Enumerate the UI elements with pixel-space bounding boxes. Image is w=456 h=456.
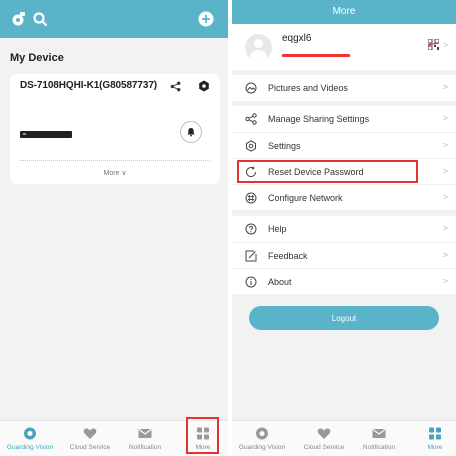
menu-group: Pictures and Videos > — [232, 75, 456, 101]
nav-label: Guarding Vision — [6, 444, 54, 451]
logout-button[interactable]: Logout — [249, 306, 439, 330]
feedback-icon — [245, 250, 257, 262]
chevron-right-icon: > — [442, 166, 448, 176]
redaction-mark — [282, 54, 350, 57]
device-card[interactable]: DS-7108HQHI-K1(G80587737) More ∨ — [10, 74, 220, 184]
menu-pictures-and-videos[interactable]: Pictures and Videos > — [232, 75, 456, 101]
nav-label: Cloud Service — [69, 444, 111, 451]
chevron-right-icon: > — [442, 113, 448, 123]
username: eqgxl6 — [282, 33, 312, 44]
nav-notification[interactable]: Notification — [120, 421, 170, 456]
top-bar: More — [232, 0, 456, 24]
more-link[interactable]: More ∨ — [10, 169, 220, 177]
menu-label: Configure Network — [268, 193, 343, 203]
menu-about[interactable]: About > — [232, 268, 456, 294]
profile-row[interactable]: eqgxl6 > — [232, 24, 456, 70]
chevron-right-icon: > — [443, 40, 449, 50]
guarding-vision-icon — [24, 427, 36, 440]
menu-label: Help — [268, 224, 287, 234]
device-thumbnail[interactable] — [20, 131, 72, 138]
nav-guarding-vision[interactable]: Guarding Vision — [0, 421, 60, 456]
nav-label: Notification — [362, 444, 396, 451]
envelope-icon — [138, 429, 152, 438]
nav-notification[interactable]: Notification — [354, 421, 404, 456]
divider — [20, 160, 210, 161]
nav-label: Cloud Service — [303, 444, 345, 451]
menu-help[interactable]: Help > — [232, 216, 456, 242]
bottom-nav: Guarding Vision Cloud Service Notificati… — [232, 420, 456, 456]
menu-label: Manage Sharing Settings — [268, 114, 370, 124]
highlight-box-reset — [237, 160, 418, 183]
heart-icon — [317, 428, 331, 439]
nav-cloud-service[interactable]: Cloud Service — [294, 421, 354, 456]
search-icon[interactable] — [32, 11, 48, 27]
qr-code-icon[interactable] — [428, 39, 439, 50]
bell-icon — [187, 128, 195, 137]
chevron-right-icon: > — [442, 276, 448, 286]
page-title: More — [332, 6, 356, 17]
menu-group: Manage Sharing Settings > Settings > Res… — [232, 106, 456, 210]
settings-icon — [246, 140, 256, 152]
menu-label: Pictures and Videos — [268, 83, 348, 93]
gallery-icon — [245, 82, 257, 94]
chevron-right-icon: > — [442, 192, 448, 202]
chevron-right-icon: > — [442, 250, 448, 260]
menu-label: Settings — [268, 141, 301, 151]
top-bar — [0, 0, 228, 38]
device-list-screen: My Device DS-7108HQHI-K1(G80587737) More… — [0, 0, 228, 456]
section-title: My Device — [10, 52, 64, 64]
menu-manage-sharing-settings[interactable]: Manage Sharing Settings > — [232, 106, 456, 132]
nav-more[interactable]: More — [420, 421, 450, 456]
nav-cloud-service[interactable]: Cloud Service — [60, 421, 120, 456]
nav-label: Guarding Vision — [238, 444, 286, 451]
envelope-icon — [372, 429, 386, 438]
more-screen: More eqgxl6 > Pictures and Videos > Mana… — [232, 0, 456, 456]
avatar[interactable] — [245, 34, 272, 61]
nav-label: More — [427, 444, 443, 451]
menu-group: Help > Feedback > About > — [232, 216, 456, 294]
settings-icon[interactable] — [198, 80, 210, 92]
camera-icon[interactable] — [10, 11, 26, 27]
nav-label: Notification — [128, 444, 162, 451]
alarm-button[interactable] — [180, 121, 202, 143]
menu-configure-network[interactable]: Configure Network > — [232, 184, 456, 210]
chevron-right-icon: > — [442, 223, 448, 233]
grid-icon — [429, 427, 441, 440]
device-name: DS-7108HQHI-K1(G80587737) — [20, 80, 158, 91]
menu-label: Feedback — [268, 251, 308, 261]
menu-feedback[interactable]: Feedback > — [232, 242, 456, 268]
chevron-right-icon: > — [442, 82, 448, 92]
nav-guarding-vision[interactable]: Guarding Vision — [232, 421, 292, 456]
menu-label: About — [268, 277, 292, 287]
info-icon — [245, 276, 257, 288]
menu-settings[interactable]: Settings > — [232, 132, 456, 158]
guarding-vision-icon — [256, 427, 268, 440]
share-icon[interactable] — [170, 81, 181, 92]
network-icon — [245, 192, 257, 204]
share-icon — [245, 113, 257, 125]
highlight-box-more — [186, 417, 219, 454]
heart-icon — [83, 428, 97, 439]
help-icon — [245, 223, 257, 235]
add-device-icon[interactable] — [198, 11, 214, 27]
chevron-right-icon: > — [442, 140, 448, 150]
